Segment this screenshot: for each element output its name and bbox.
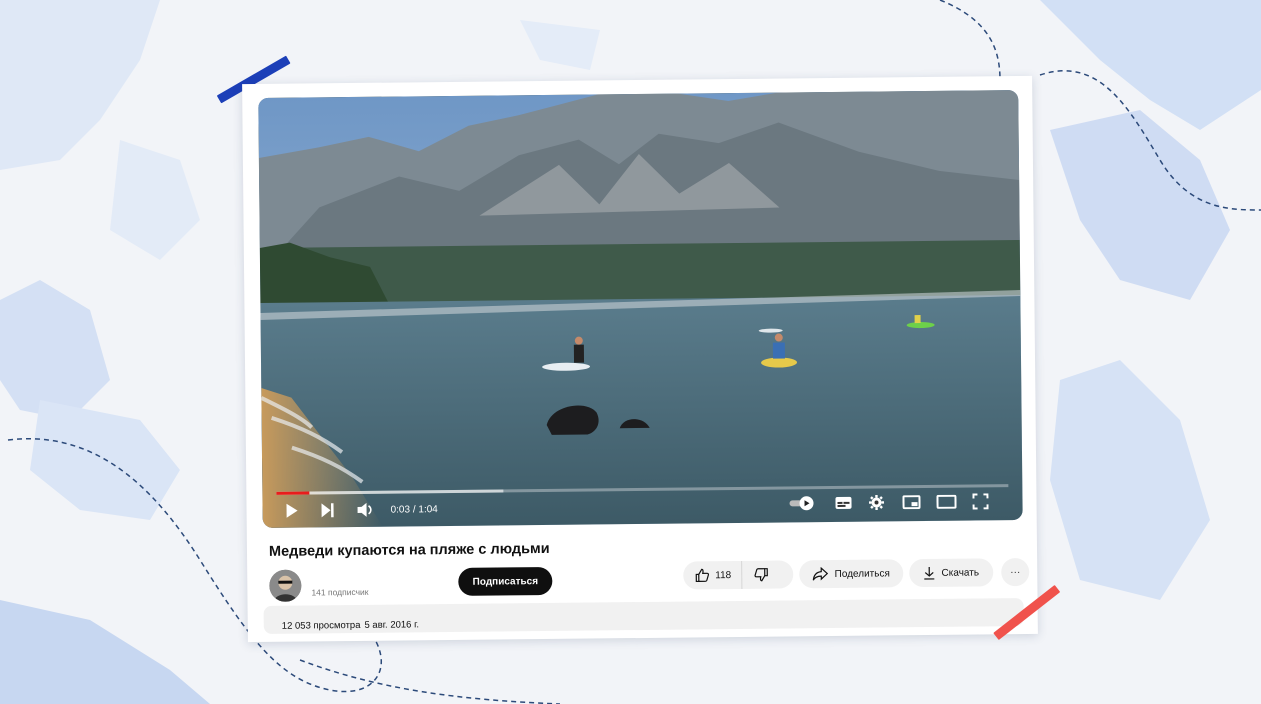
subscriber-count: 141 подписчик — [311, 586, 369, 598]
download-icon — [923, 566, 935, 580]
thumbs-up-icon — [695, 568, 710, 583]
video-frame — [258, 90, 1023, 528]
dislike-button[interactable] — [742, 561, 780, 589]
gear-icon[interactable] — [868, 494, 885, 511]
video-title: Медведи купаются на пляже с людьми — [268, 540, 550, 560]
more-button[interactable]: ··· — [1001, 557, 1030, 587]
time-separator: / — [409, 504, 419, 516]
time-current: 0:03 — [390, 504, 411, 516]
time-total: 1:04 — [418, 504, 438, 516]
description-box[interactable]: 12 053 просмотра 5 авг. 2016 г. — [263, 597, 1024, 634]
next-icon[interactable] — [320, 502, 334, 518]
share-label: Поделиться — [834, 567, 890, 580]
share-arrow-icon — [813, 567, 829, 581]
subtitles-icon[interactable] — [834, 496, 852, 510]
share-button[interactable]: Поделиться — [799, 559, 904, 589]
subscribe-button[interactable]: Подписаться — [458, 566, 553, 596]
time-display: 0:03 / 1:04 — [391, 504, 438, 515]
autoplay-toggle-icon[interactable] — [788, 495, 814, 511]
avatar[interactable] — [269, 569, 302, 602]
download-button[interactable]: Скачать — [909, 558, 994, 588]
play-icon[interactable] — [284, 503, 298, 519]
video-card: 0:03 / 1:04 Медведи купаются на пляже с … — [242, 75, 1038, 643]
miniplayer-icon[interactable] — [902, 495, 921, 510]
like-count: 118 — [715, 569, 732, 581]
thumbs-down-icon — [754, 568, 768, 582]
view-date-line: 12 053 просмотра 5 авг. 2016 г. — [282, 619, 419, 631]
theater-icon[interactable] — [936, 494, 957, 509]
video-player[interactable]: 0:03 / 1:04 — [258, 90, 1023, 528]
volume-icon[interactable] — [356, 502, 374, 518]
download-label: Скачать — [941, 566, 980, 579]
like-dislike-group: 118 — [683, 560, 794, 590]
view-count: 12 053 просмотра — [281, 619, 361, 632]
upload-date: 5 авг. 2016 г. — [364, 619, 420, 631]
like-button[interactable]: 118 — [683, 560, 743, 590]
progress-played — [276, 491, 310, 495]
fullscreen-icon[interactable] — [972, 493, 989, 510]
more-label: ··· — [1010, 566, 1021, 578]
